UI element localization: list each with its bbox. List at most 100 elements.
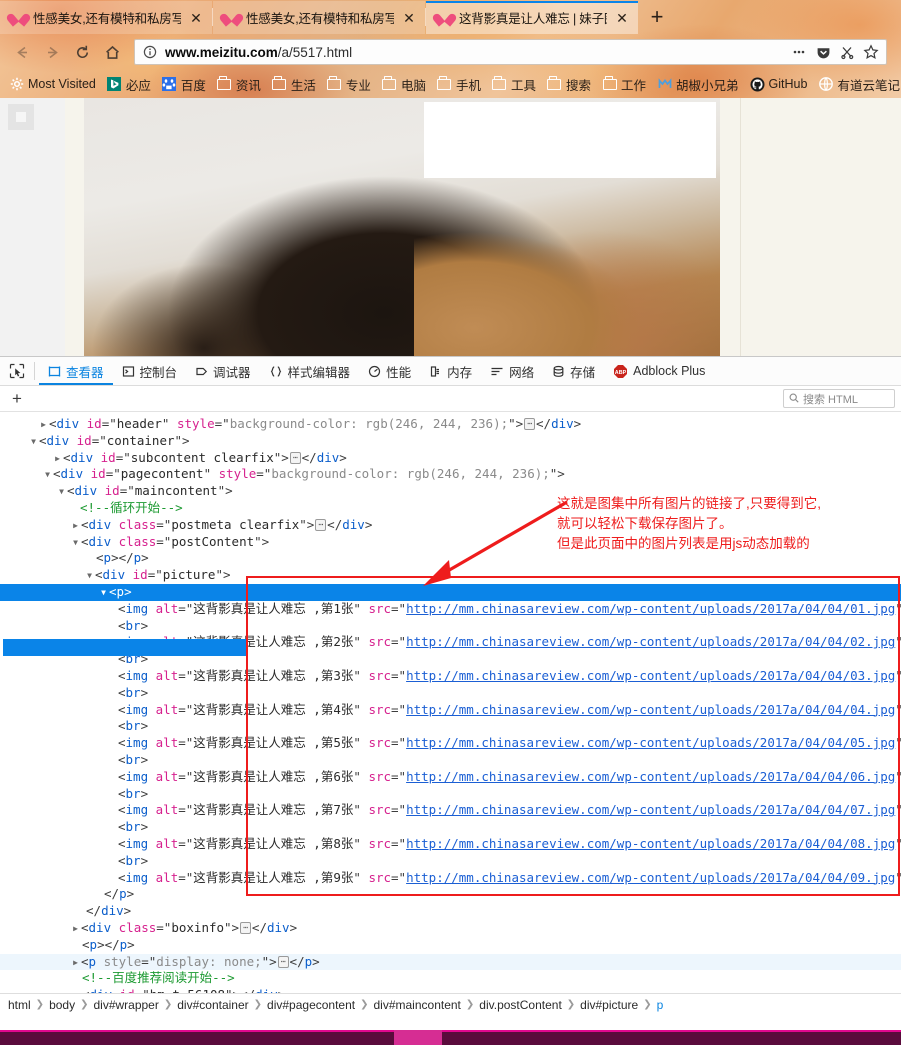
breadcrumb-item-maincontent[interactable]: div#maincontent [374,998,461,1012]
browser-tab-3-active[interactable]: 这背影真是让人难忘 | 妹子图 ✕ [426,1,638,34]
reload-icon[interactable] [68,38,96,66]
forward-arrow-icon[interactable] [38,38,66,66]
tab-performance[interactable]: 性能 [359,357,420,385]
bookmark-bing[interactable]: 必应 [102,73,156,96]
bookmark-folder-sousuo[interactable]: 搜索 [542,73,596,96]
expand-twisty-icon[interactable] [38,417,49,434]
img-src-file[interactable]: 04.jpg [850,702,895,717]
img-src-file[interactable]: 08.jpg [850,836,895,851]
img-src-base[interactable]: http://mm.chinasareview.com/wp-content/u… [406,634,850,649]
collapse-twisty-icon[interactable] [28,434,39,451]
dom-node-img-9[interactable]: <img alt="这背影真是让人难忘 ,第9张" src="http://mm… [0,870,901,887]
page-info-icon[interactable] [141,43,159,61]
expand-twisty-icon[interactable] [70,955,81,972]
bookmark-folder-shenghuo[interactable]: 生活 [267,73,321,96]
img-src-file[interactable]: 03.jpg [850,668,895,683]
tab-console[interactable]: 控制台 [113,357,187,385]
taskbar-active-item[interactable] [394,1030,442,1045]
img-src-file[interactable]: 01.jpg [850,601,895,616]
dom-node-hidden-p[interactable]: <p style="display: none;">⋯</p> [0,953,901,972]
tab-close-button[interactable]: ✕ [614,11,630,25]
breadcrumb-item-p[interactable]: p [657,998,664,1012]
browser-tab-1[interactable]: 性感美女,还有模特和私房写真 ✕ [0,1,212,34]
dom-comment-baidu-start[interactable]: <!--百度推荐阅读开始--> [0,970,901,987]
add-rule-button[interactable]: + [0,386,34,411]
browser-tab-2[interactable]: 性感美女,还有模特和私房写真 ✕ [213,1,425,34]
breadcrumb-item-postcontent[interactable]: div.postContent [479,998,562,1012]
dom-node-img-6[interactable]: <img alt="这背影真是让人难忘 ,第6张" src="http://mm… [0,769,901,786]
dom-node-br[interactable]: <br> [0,718,901,735]
collapse-twisty-icon[interactable] [84,568,95,585]
img-src-file[interactable]: 07.jpg [850,802,895,817]
expand-twisty-icon[interactable] [70,921,81,938]
collapsed-children-icon[interactable]: ⋯ [524,418,536,430]
bookmark-folder-diannao[interactable]: 电脑 [377,73,431,96]
url-bar[interactable]: www.meizitu.com/a/5517.html [134,39,887,65]
dom-node-img-3[interactable]: <img alt="这背影真是让人难忘 ,第3张" src="http://mm… [0,668,901,685]
tab-memory[interactable]: 内存 [420,357,481,385]
search-input[interactable]: 搜索 HTML [783,389,895,408]
img-src-file[interactable]: 02.jpg [850,634,895,649]
breadcrumb-item-html[interactable]: html [8,998,31,1012]
breadcrumb-item-wrapper[interactable]: div#wrapper [93,998,158,1012]
expand-twisty-icon[interactable] [52,451,63,468]
dom-node-pagecontent[interactable]: <div id="pagecontent" style="background-… [0,466,901,483]
bookmark-folder-shouji[interactable]: 手机 [432,73,486,96]
tab-close-button[interactable]: ✕ [401,11,417,25]
img-src-base[interactable]: http://mm.chinasareview.com/wp-content/u… [406,836,850,851]
dom-node-header[interactable]: <div id="header" style="background-color… [0,416,901,433]
tab-inspector[interactable]: 查看器 [39,357,113,385]
img-src-file[interactable]: 05.jpg [850,735,895,750]
dom-node-img-5[interactable]: <img alt="这背影真是让人难忘 ,第5张" src="http://mm… [0,735,901,752]
img-src-file[interactable]: 09.jpg [850,870,895,885]
img-src-base[interactable]: http://mm.chinasareview.com/wp-content/u… [406,668,850,683]
img-src-base[interactable]: http://mm.chinasareview.com/wp-content/u… [406,802,850,817]
tab-close-button[interactable]: ✕ [188,11,204,25]
img-src-base[interactable]: http://mm.chinasareview.com/wp-content/u… [406,769,850,784]
screenshot-icon[interactable] [838,43,856,61]
dom-node-empty-p-2[interactable]: <p></p> [0,937,901,954]
dom-node-boxinfo[interactable]: <div class="boxinfo">⋯</div> [0,920,901,937]
tab-debugger[interactable]: 调试器 [186,357,260,385]
img-src-base[interactable]: http://mm.chinasareview.com/wp-content/u… [406,702,850,717]
dom-node-img-7[interactable]: <img alt="这背影真是让人难忘 ,第7张" src="http://mm… [0,802,901,819]
tab-style-editor[interactable]: 样式编辑器 [260,357,360,385]
dom-node-img-8[interactable]: <img alt="这背影真是让人难忘 ,第8张" src="http://mm… [0,836,901,853]
bookmark-baidu[interactable]: 百度 [157,73,211,96]
collapse-twisty-icon[interactable] [98,585,109,602]
breadcrumb-item-picture[interactable]: div#picture [580,998,638,1012]
dom-node-img-1[interactable]: <img alt="这背影真是让人难忘 ,第1张" src="http://mm… [0,601,901,618]
breadcrumb-item-pagecontent[interactable]: div#pagecontent [267,998,355,1012]
breadcrumb-item-container[interactable]: div#container [177,998,248,1012]
dom-node-br[interactable]: <br> [0,853,901,870]
dom-node-p-close[interactable]: </p> [0,886,901,903]
collapse-twisty-icon[interactable] [70,535,81,552]
home-icon[interactable] [98,38,126,66]
bookmark-hujiao[interactable]: 胡椒小兄弟 [652,73,744,96]
bookmark-github[interactable]: GitHub [745,75,813,94]
expand-twisty-icon[interactable] [70,518,81,535]
tab-storage[interactable]: 存储 [543,357,604,385]
dom-node-subcontent[interactable]: <div id="subcontent clearfix">⋯</div> [0,450,901,467]
pocket-icon[interactable] [814,43,832,61]
bookmark-youdao[interactable]: 有道云笔记 [813,73,901,96]
breadcrumb-item-body[interactable]: body [49,998,75,1012]
dom-node-br[interactable]: <br> [0,685,901,702]
dom-node-picture-close[interactable]: </div> [0,903,901,920]
dom-node-container[interactable]: <div id="container"> [0,433,901,450]
bookmark-folder-zhuanye[interactable]: 专业 [322,73,376,96]
collapsed-children-icon[interactable]: ⋯ [315,518,327,531]
element-picker-icon[interactable] [4,360,30,382]
tab-adblock-plus[interactable]: ABP Adblock Plus [604,357,714,385]
img-src-base[interactable]: http://mm.chinasareview.com/wp-content/u… [406,601,850,616]
star-icon[interactable] [862,43,880,61]
img-src-file[interactable]: 06.jpg [850,769,895,784]
collapse-twisty-icon[interactable] [42,467,53,484]
collapsed-children-icon[interactable]: ⋯ [240,921,251,934]
collapsed-children-icon[interactable]: ⋯ [277,955,289,968]
img-src-base[interactable]: http://mm.chinasareview.com/wp-content/u… [406,735,850,750]
bookmark-folder-gongju[interactable]: 工具 [487,73,541,96]
dom-node-br[interactable]: <br> [0,786,901,803]
dom-node-br[interactable]: <br> [0,819,901,836]
dom-node-br[interactable]: <br> [0,752,901,769]
